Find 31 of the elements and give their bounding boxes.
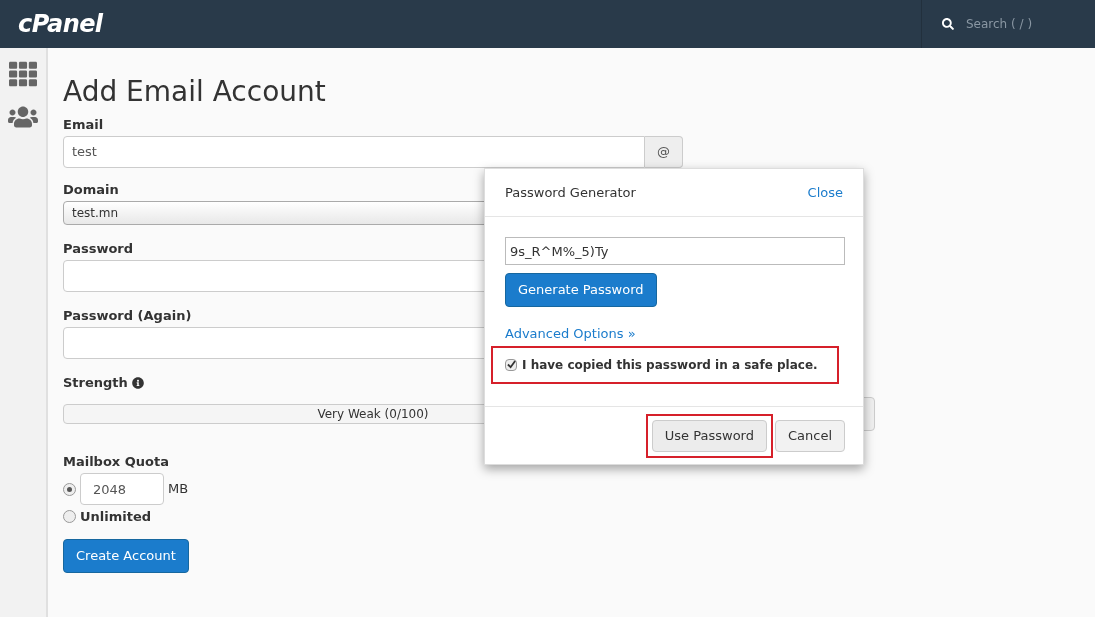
advanced-options-link[interactable]: Advanced Options » — [505, 324, 636, 344]
strength-reading: Very Weak (0/100) — [317, 406, 429, 423]
generated-password-field[interactable]: 9s_R^M%_5)Ty — [505, 237, 845, 265]
strength-label: Strength — [63, 374, 128, 391]
create-account-button[interactable]: Create Account — [63, 538, 189, 573]
search-field[interactable]: Search ( / ) — [966, 15, 1086, 33]
domain-label: Domain — [63, 181, 119, 198]
check-icon — [506, 360, 516, 369]
grid-icon[interactable] — [9, 60, 37, 88]
close-link[interactable]: Close — [807, 182, 843, 203]
info-icon[interactable] — [131, 376, 144, 389]
dialog-title: Password Generator — [505, 183, 636, 202]
email-label: Email — [63, 116, 104, 133]
confirm-checkbox[interactable] — [505, 358, 517, 371]
password-again-label: Password (Again) — [63, 307, 192, 324]
password-label: Password — [63, 240, 134, 257]
unit-label: MB — [168, 480, 189, 499]
confirm-label: I have copied this password in a safe place. — [522, 356, 818, 374]
at-addon: @ — [645, 136, 683, 168]
radio-button[interactable] — [63, 510, 76, 524]
logo: cPanel — [18, 9, 103, 40]
quota-field[interactable]: 2048 — [80, 473, 164, 505]
unlimited-label: Unlimited — [80, 508, 152, 526]
search-icon — [942, 18, 954, 30]
email-field[interactable]: test — [63, 136, 645, 168]
generate-password-button[interactable]: Generate Password — [505, 273, 657, 307]
cancel-button[interactable]: Cancel — [774, 419, 845, 452]
radio-button[interactable] — [63, 482, 76, 496]
use-password-button[interactable]: Use Password — [651, 419, 767, 452]
page-title: Add Email Account — [63, 78, 326, 106]
quota-label: Mailbox Quota — [63, 453, 169, 470]
